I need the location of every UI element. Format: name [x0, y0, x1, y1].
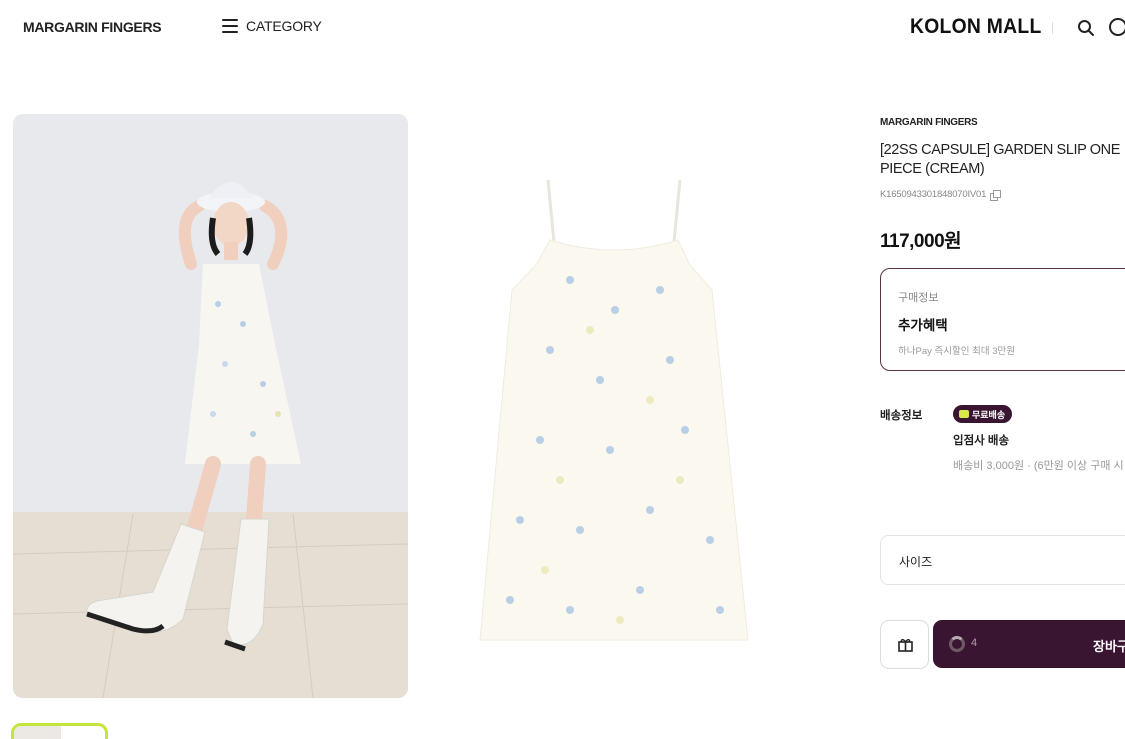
category-menu-button[interactable]: CATEGORY	[222, 18, 322, 34]
category-label: CATEGORY	[246, 18, 322, 34]
benefit-info-box[interactable]: 구매정보 추가혜택 하나Pay 즉시할인 최대 3만원	[880, 268, 1125, 371]
loading-ring-icon	[949, 636, 965, 652]
product-code-text: K1650943301848070IV01	[880, 189, 987, 200]
cart-label: 장바구	[1093, 639, 1125, 654]
product-thumbnail[interactable]	[11, 723, 108, 739]
size-select[interactable]: 사이즈	[880, 535, 1125, 585]
kolon-mall-logo[interactable]: KOLON MALL	[910, 15, 1042, 39]
gift-icon	[898, 639, 913, 652]
add-to-cart-button[interactable]: 4 장바구	[933, 620, 1125, 668]
free-shipping-badge: 무료배송	[953, 405, 1013, 423]
product-price: 117,000원	[880, 231, 962, 252]
header-divider	[1052, 22, 1053, 34]
product-brand[interactable]: MARGARIN FINGERS	[880, 117, 978, 128]
product-title: [22SS CAPSULE] GARDEN SLIP ONE PIECE (CR…	[880, 142, 1120, 177]
copy-icon[interactable]	[990, 190, 1002, 201]
search-icon[interactable]	[1077, 19, 1095, 37]
cart-count: 4	[971, 637, 978, 649]
free-shipping-text: 무료배송	[972, 409, 1006, 420]
size-select-label: 사이즈	[899, 555, 933, 569]
product-code: K1650943301848070IV01	[880, 189, 1002, 201]
thumbnail-image	[14, 726, 61, 739]
truck-icon	[959, 410, 969, 418]
product-photo-flat[interactable]	[450, 150, 780, 670]
benefit-title: 추가혜택	[898, 318, 948, 333]
product-photo-model[interactable]	[13, 114, 408, 698]
benefit-label: 구매정보	[898, 292, 939, 304]
gift-button[interactable]	[880, 620, 929, 669]
shipping-method: 입점사 배송	[953, 435, 1010, 447]
brand-name[interactable]: MARGARIN FINGERS	[23, 19, 162, 35]
benefit-desc: 하나Pay 즉시할인 최대 3만원	[898, 346, 1015, 357]
shipping-fee: 배송비 3,000원 · (6만원 이상 구매 시	[953, 460, 1124, 472]
shipping-label: 배송정보	[880, 410, 923, 422]
menu-icon	[222, 19, 238, 33]
user-icon[interactable]	[1109, 18, 1125, 36]
